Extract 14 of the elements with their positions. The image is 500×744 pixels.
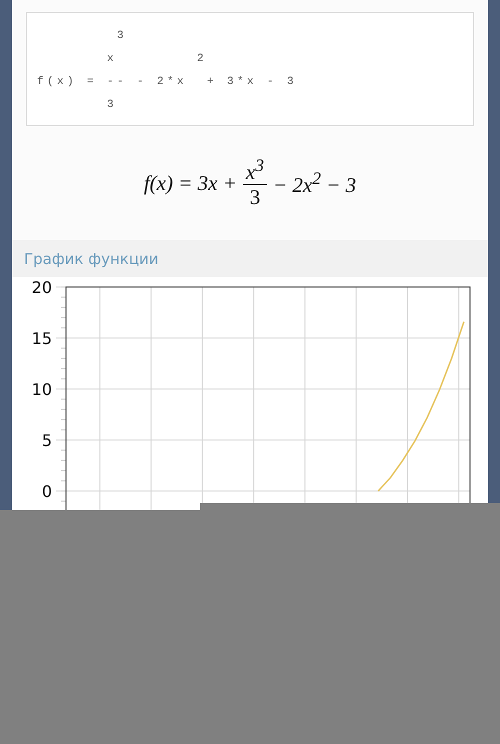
formula-part: f(x) = 3x + [144,170,237,196]
section-title: График функции [24,250,159,268]
y-axis-label: 15 [32,329,52,348]
y-axis-label: 5 [42,431,52,450]
formula-part: − 2x$^{2}$ − 3 [272,168,356,198]
formula-text-line: x 2 [106,52,208,67]
y-axis-label: 20 [32,278,52,297]
formula-text-line: 3 [116,29,128,44]
fraction-denominator: 3 [250,184,260,210]
fraction-numerator: x$^{3}$ [242,156,267,185]
y-axis-label: 0 [42,482,52,501]
formula-text-line: 3 [106,98,118,113]
formula-text-line: f(x) = -- - 2*x + 3*x - 3 [37,75,298,90]
y-axis-label: 10 [32,380,52,399]
